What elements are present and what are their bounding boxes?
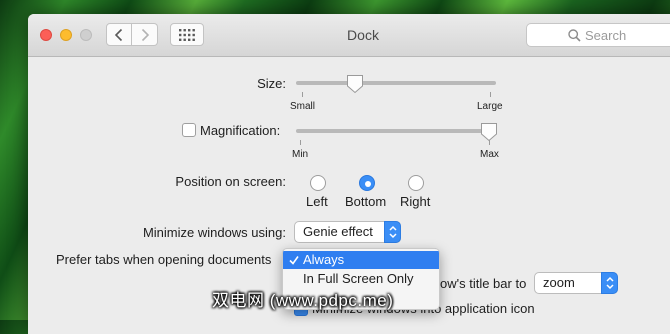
position-left-radio[interactable]	[310, 175, 326, 191]
close-button[interactable]	[40, 29, 52, 41]
search-placeholder: Search	[585, 27, 627, 43]
zoom-button[interactable]	[80, 29, 92, 41]
position-bottom-label: Bottom	[345, 194, 387, 209]
search-field[interactable]: Search	[526, 23, 670, 47]
minimize-effect-popup[interactable]: Genie effect	[294, 221, 401, 243]
title-bar: Dock Search	[28, 14, 670, 57]
size-max-tick	[490, 92, 491, 97]
size-slider-thumb[interactable]	[346, 74, 364, 99]
size-max-label: Large	[477, 101, 503, 112]
minimize-button[interactable]	[60, 29, 72, 41]
chevron-updown-icon	[601, 272, 618, 294]
double-click-label: ow's title bar to	[440, 276, 527, 291]
magnification-max-tick	[489, 140, 490, 145]
position-right-radio[interactable]	[408, 175, 424, 191]
position-bottom-radio[interactable]	[359, 175, 375, 191]
show-all-button[interactable]	[170, 23, 204, 46]
position-label: Position on screen:	[175, 174, 286, 189]
magnification-label: Magnification:	[200, 123, 281, 138]
double-click-popup[interactable]: zoom	[534, 272, 618, 294]
forward-icon	[141, 28, 149, 41]
magnification-slider-track[interactable]	[296, 129, 496, 133]
magnification-max-label: Max	[480, 149, 499, 160]
menu-item-full-screen-only-label: In Full Screen Only	[303, 271, 414, 286]
size-label: Size:	[257, 76, 286, 91]
back-button[interactable]	[106, 23, 132, 46]
double-click-value: zoom	[543, 275, 575, 290]
magnification-min-label: Min	[292, 149, 309, 160]
search-icon	[568, 29, 581, 42]
magnification-checkbox[interactable]	[182, 123, 196, 137]
back-icon	[114, 28, 123, 41]
watermark-text: 双电网 (www.pdpc.me)	[212, 291, 394, 310]
size-slider-track[interactable]	[296, 81, 496, 85]
position-right-label: Right	[400, 194, 431, 209]
position-left-label: Left	[306, 194, 328, 209]
magnification-min-tick	[300, 140, 301, 145]
chevron-updown-icon	[384, 221, 401, 243]
minimize-effect-value: Genie effect	[303, 224, 373, 239]
menu-item-always[interactable]: Always	[283, 251, 439, 269]
forward-button[interactable]	[132, 23, 158, 46]
window-title: Dock	[347, 27, 379, 43]
prefer-tabs-label: Prefer tabs when opening documents	[56, 252, 272, 267]
size-min-label: Small	[290, 101, 316, 112]
menu-item-always-label: Always	[303, 252, 345, 267]
minimize-effect-label: Minimize windows using:	[142, 225, 286, 240]
grid-icon	[179, 28, 195, 41]
size-min-tick	[302, 92, 303, 97]
